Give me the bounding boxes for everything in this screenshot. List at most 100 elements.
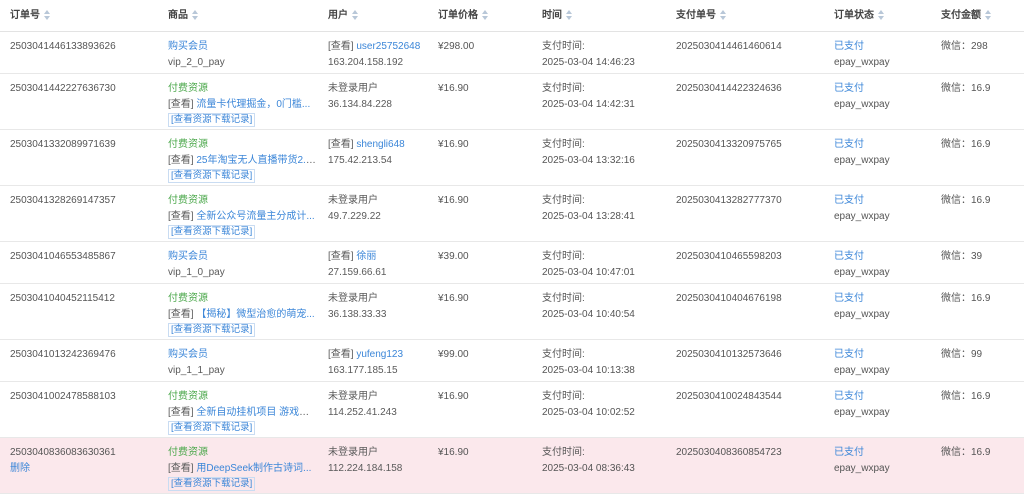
sort-icon[interactable] — [566, 10, 572, 21]
sort-icon[interactable] — [192, 10, 198, 21]
cell-time: 支付时间: 2025-03-04 10:40:54 — [532, 284, 666, 322]
view-link[interactable]: [查看] — [328, 251, 354, 262]
header-status[interactable]: 订单状态 — [824, 8, 931, 24]
view-link[interactable]: [查看] — [328, 349, 354, 360]
user-name[interactable]: [查看] shengli648 — [328, 137, 428, 153]
order-no: 2503041328269147357 — [10, 195, 116, 206]
sort-icon[interactable] — [482, 10, 488, 21]
cell-status: 已支付 epay_wxpay — [824, 186, 931, 224]
product-type[interactable]: 购买会员 — [168, 249, 318, 265]
pay-time: 2025-03-04 13:32:16 — [542, 154, 635, 166]
user-name[interactable]: [查看] user25752648 — [328, 39, 428, 55]
view-link[interactable]: [查看] — [168, 407, 194, 418]
order-price: ¥16.90 — [438, 139, 469, 150]
cell-price: ¥99.00 — [428, 340, 532, 363]
user-name[interactable]: [查看] yufeng123 — [328, 347, 428, 363]
view-download-records-link[interactable]: [查看资源下载记录] — [168, 225, 256, 239]
pay-time-label: 支付时间: — [542, 349, 585, 360]
view-link[interactable]: [查看] — [328, 139, 354, 150]
pay-method: epay_wxpay — [834, 308, 890, 320]
header-time[interactable]: 时间 — [532, 8, 666, 24]
product-name[interactable]: [查看] 全新公众号流量主分成计... — [168, 209, 316, 225]
pay-time: 2025-03-04 10:47:01 — [542, 266, 635, 278]
cell-price: ¥39.00 — [428, 242, 532, 265]
view-link[interactable]: [查看] — [328, 41, 354, 52]
cell-product: 购买会员 vip_2_0_pay — [158, 32, 318, 70]
delete-link[interactable]: 删除 — [10, 461, 158, 477]
view-download-records-link[interactable]: [查看资源下载记录] — [168, 323, 256, 337]
view-link[interactable]: [查看] — [168, 155, 194, 166]
view-link[interactable]: [查看] — [168, 309, 194, 320]
product-name[interactable]: [查看] 流量卡代理掘金，0门槛... — [168, 97, 316, 113]
product-name[interactable]: [查看] 全新自动挂机项目 游戏打... — [168, 405, 316, 421]
cell-product: 付费资源 [查看] 用DeepSeek制作古诗词... [查看资源下载记录] — [158, 438, 318, 492]
cell-amount: 微信：16.9 — [931, 186, 1024, 209]
status-badge: 已支付 — [834, 447, 864, 458]
user-guest: 未登录用户 — [328, 195, 378, 206]
cell-time: 支付时间: 2025-03-04 14:46:23 — [532, 32, 666, 70]
cell-pay-no: 2025030410404676198 — [666, 284, 824, 307]
pay-method: epay_wxpay — [834, 154, 890, 166]
header-amount[interactable]: 支付金额 — [931, 8, 1024, 24]
header-order-no[interactable]: 订单号 — [0, 8, 158, 24]
product-name[interactable]: [查看] 【揭秘】微型治愈的萌宠... — [168, 307, 316, 323]
header-product[interactable]: 商品 — [158, 8, 318, 24]
table-header: 订单号 商品 用户 订单价格 时间 支付单号 订单状态 支付金额 — [0, 0, 1024, 32]
cell-user: [查看] yufeng123 163.177.185.15 — [318, 340, 428, 378]
product-name[interactable]: [查看] 25年淘宝无人直播带货2.0... — [168, 153, 316, 169]
sort-icon[interactable] — [44, 10, 50, 21]
status-badge: 已支付 — [834, 391, 864, 402]
view-link[interactable]: [查看] — [168, 211, 194, 222]
sort-icon[interactable] — [985, 10, 991, 21]
table-row: 2503041013242369476 购买会员 vip_1_1_pay [查看] y… — [0, 340, 1024, 382]
status-badge: 已支付 — [834, 251, 864, 262]
pay-time: 2025-03-04 10:13:38 — [542, 364, 635, 376]
cell-price: ¥16.90 — [428, 382, 532, 405]
pay-time-label: 支付时间: — [542, 195, 585, 206]
header-price[interactable]: 订单价格 — [428, 8, 532, 24]
view-link[interactable]: [查看] — [168, 99, 194, 110]
view-link[interactable]: [查看] — [168, 463, 194, 474]
cell-status: 已支付 epay_wxpay — [824, 130, 931, 168]
product-type[interactable]: 购买会员 — [168, 39, 318, 55]
user-ip: 163.204.158.192 — [328, 56, 404, 68]
table-row: 2503041328269147357 付费资源 [查看] 全新公众号流量主分成计.… — [0, 186, 1024, 242]
cell-user: 未登录用户 36.138.33.33 — [318, 284, 428, 322]
view-download-records-link[interactable]: [查看资源下载记录] — [168, 169, 256, 183]
cell-status: 已支付 epay_wxpay — [824, 242, 931, 280]
sort-icon[interactable] — [878, 10, 884, 21]
status-badge: 已支付 — [834, 349, 864, 360]
order-price: ¥16.90 — [438, 83, 469, 94]
pay-method: epay_wxpay — [834, 364, 890, 376]
cell-status: 已支付 epay_wxpay — [824, 340, 931, 378]
pay-no: 2025030410132573646 — [676, 349, 782, 360]
pay-no: 2025030414422324636 — [676, 83, 782, 94]
order-price: ¥16.90 — [438, 195, 469, 206]
sort-icon[interactable] — [720, 10, 726, 21]
order-no: 2503041446133893626 — [10, 41, 116, 52]
pay-time-label: 支付时间: — [542, 41, 585, 52]
cell-product: 付费资源 [查看] 全新公众号流量主分成计... [查看资源下载记录] — [158, 186, 318, 240]
view-download-records-link[interactable]: [查看资源下载记录] — [168, 421, 256, 435]
user-name[interactable]: [查看] 徐丽 — [328, 249, 428, 265]
pay-amount: 微信：16.9 — [941, 447, 991, 458]
pay-amount: 微信：298 — [941, 41, 988, 52]
header-user[interactable]: 用户 — [318, 8, 428, 24]
pay-time: 2025-03-04 08:36:43 — [542, 462, 635, 474]
cell-amount: 微信：298 — [931, 32, 1024, 55]
cell-amount: 微信：16.9 — [931, 74, 1024, 97]
table-row: 2503041046553485867 购买会员 vip_1_0_pay [查看] 徐… — [0, 242, 1024, 284]
cell-order-no: 2503041046553485867 — [0, 242, 158, 265]
table-row: 2503041442227636730 付费资源 [查看] 流量卡代理掘金，0门槛.… — [0, 74, 1024, 130]
view-download-records-link[interactable]: [查看资源下载记录] — [168, 113, 256, 127]
product-type[interactable]: 购买会员 — [168, 347, 318, 363]
pay-method: epay_wxpay — [834, 462, 890, 474]
cell-status: 已支付 epay_wxpay — [824, 74, 931, 112]
sort-icon[interactable] — [352, 10, 358, 21]
cell-pay-no: 2025030410132573646 — [666, 340, 824, 363]
header-pay-no[interactable]: 支付单号 — [666, 8, 824, 24]
user-ip: 27.159.66.61 — [328, 266, 387, 278]
product-name[interactable]: [查看] 用DeepSeek制作古诗词... — [168, 461, 316, 477]
product-name: vip_2_0_pay — [168, 56, 225, 68]
cell-order-no: 2503041328269147357 — [0, 186, 158, 209]
